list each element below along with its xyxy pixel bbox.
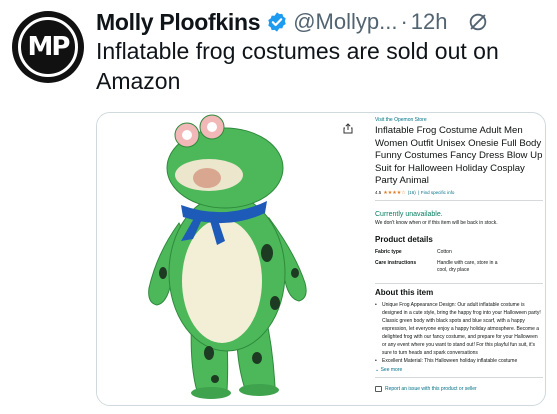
store-link[interactable]: Visit the Opemon Store xyxy=(375,117,543,123)
avatar[interactable]: MP xyxy=(12,11,84,83)
list-item: • Unique Frog Appearance Design: Our adu… xyxy=(375,301,543,357)
share-icon[interactable] xyxy=(343,123,353,134)
report-issue-link[interactable]: Report an issue with this product or sel… xyxy=(375,386,543,392)
availability-note: We don't know when or if this item will … xyxy=(375,219,498,226)
verified-badge-icon xyxy=(268,12,286,32)
product-title: Inflatable Frog Costume Adult Men Women … xyxy=(375,125,543,186)
avatar-initials: MP xyxy=(27,32,71,62)
display-name[interactable]: Molly Ploofkins xyxy=(96,9,260,36)
about-heading: About this item xyxy=(375,288,434,297)
see-more-link[interactable]: ⌄ See more xyxy=(375,367,543,373)
rating-value: 4.5 xyxy=(375,190,382,195)
detail-row: Care instructions Handle with care, stor… xyxy=(375,260,543,273)
detail-key: Fabric type xyxy=(375,248,402,255)
user-handle[interactable]: @Mollyp... xyxy=(293,9,397,35)
divider xyxy=(375,283,543,284)
rating-separator: | xyxy=(417,190,419,195)
detail-key: Care instructions xyxy=(375,260,417,266)
product-detail-panel: Visit the Opemon Store Inflatable Frog C… xyxy=(375,117,543,392)
about-bullets: • Unique Frog Appearance Design: Our adu… xyxy=(375,301,543,365)
separator-dot: · xyxy=(400,9,408,34)
attached-screenshot[interactable]: Visit the Opemon Store Inflatable Frog C… xyxy=(96,112,546,406)
rating-stars-icon[interactable]: ★★★★☆ xyxy=(383,190,405,196)
rating-row: 4.5 ★★★★☆ (16) | Find specific info xyxy=(375,190,543,196)
rating-count[interactable]: (16) xyxy=(408,190,416,195)
detail-value: Cotton xyxy=(437,248,452,255)
list-item: • Excellent Material: This Halloween hol… xyxy=(375,358,518,364)
detail-row: Fabric type Cotton xyxy=(375,249,543,256)
see-more-label: See more xyxy=(380,367,403,373)
divider xyxy=(375,199,543,201)
product-details-heading: Product details xyxy=(375,234,433,244)
detail-value: Handle with care, store in a cool, dry p… xyxy=(437,260,498,273)
divider xyxy=(375,377,543,378)
bullet-text: Unique Frog Appearance Design: Our adult… xyxy=(382,302,541,356)
find-info-link[interactable]: Find specific info xyxy=(421,190,455,195)
report-icon xyxy=(375,386,382,392)
tweet-text: Inflatable frog costumes are sold out on… xyxy=(96,38,499,94)
report-label: Report an issue with this product or sel… xyxy=(385,386,477,392)
tweet-header: Molly Ploofkins @Mollyp... · 12h xyxy=(96,6,539,38)
frog-costume-image xyxy=(97,113,359,405)
tweet-timestamp[interactable]: 12h xyxy=(411,9,448,35)
bullet-text: Excellent Material: This Halloween holid… xyxy=(382,358,518,364)
availability-status: Currently unavailable. xyxy=(375,210,443,218)
avatar-logo-ring: MP xyxy=(18,17,78,77)
mute-icon[interactable] xyxy=(467,11,489,33)
